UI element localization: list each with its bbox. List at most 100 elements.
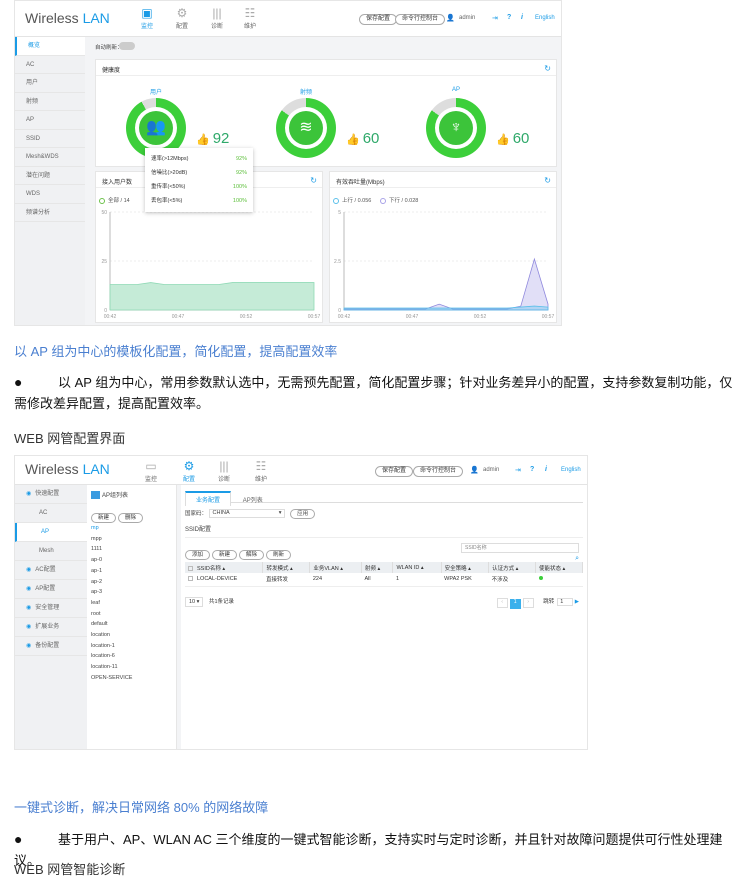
- apply-button[interactable]: 应用: [290, 509, 316, 519]
- help-icon[interactable]: ?: [530, 466, 534, 473]
- health-label: 射频: [299, 90, 312, 96]
- prev-page-button[interactable]: ‹: [496, 597, 508, 608]
- column-header[interactable]: 安全策略 ▴: [441, 562, 490, 573]
- jump-input[interactable]: 1: [557, 597, 574, 606]
- sidebar-item[interactable]: 概览: [15, 37, 85, 56]
- column-header[interactable]: 认证方式 ▴: [488, 562, 537, 573]
- sidebar-item[interactable]: AP: [15, 111, 85, 130]
- column-header[interactable]: SSID名称 ▴: [185, 562, 264, 573]
- sidebar-item[interactable]: AC: [15, 56, 85, 74]
- sidebar-item[interactable]: ◉ 扩展业务: [15, 618, 87, 637]
- go-button[interactable]: ▶: [575, 599, 579, 605]
- bullet-icon: ●: [14, 374, 23, 390]
- ap-group-item[interactable]: ap-3: [91, 587, 132, 598]
- nav-monitor[interactable]: ▣ 监控: [132, 5, 162, 30]
- sidebar-item[interactable]: AP: [15, 523, 87, 542]
- ap-group-item[interactable]: location-1: [91, 641, 132, 652]
- sidebar-item[interactable]: AC: [15, 504, 87, 523]
- sidebar-item[interactable]: 潜在问题: [15, 167, 85, 185]
- sidebar-item[interactable]: WDS: [15, 185, 85, 204]
- sidebar-item[interactable]: 频谱分析: [15, 204, 85, 222]
- health-donut[interactable]: ≋: [276, 98, 336, 158]
- nav-maintain[interactable]: ☷ 维护: [246, 458, 276, 483]
- refresh-icon[interactable]: ↻: [544, 64, 551, 73]
- nav-maintain[interactable]: ☷ 维护: [235, 5, 265, 30]
- nav-diagnose[interactable]: ||| 诊断: [209, 458, 239, 483]
- legend-all[interactable]: 全部 / 14: [99, 196, 130, 204]
- sidebar-item[interactable]: 射频: [15, 93, 85, 111]
- tooltip-row: 速率(>12Mbps) 92%: [151, 156, 247, 162]
- select-all-checkbox[interactable]: [188, 565, 193, 571]
- ap-group-item[interactable]: location-6: [91, 651, 132, 662]
- save-config-button[interactable]: 保存配置: [375, 466, 414, 477]
- ap-group-item[interactable]: ap-0: [91, 555, 132, 566]
- x-tick-label: 00:57: [542, 314, 555, 320]
- column-header[interactable]: 射频 ▴: [361, 562, 394, 573]
- info-icon[interactable]: i: [545, 466, 547, 473]
- maintenance-icon: ☷: [244, 6, 256, 20]
- ssid-action-button[interactable]: 新建: [212, 550, 238, 560]
- next-page-button[interactable]: ›: [522, 597, 534, 608]
- column-header[interactable]: 转发模式 ▴: [262, 562, 311, 573]
- cli-console-button[interactable]: 命令行控制台: [413, 466, 464, 477]
- ap-group-item[interactable]: location: [91, 630, 132, 641]
- column-header[interactable]: WLAN ID ▴: [392, 562, 442, 573]
- ap-group-item[interactable]: location-11: [91, 662, 132, 673]
- nav-monitor[interactable]: ▭ 监控: [136, 458, 166, 483]
- legend-down[interactable]: 下行 / 0.028: [380, 196, 418, 204]
- nav-diagnose[interactable]: ||| 诊断: [202, 5, 232, 30]
- language-link[interactable]: English: [561, 467, 581, 473]
- logout-icon[interactable]: ⇥: [515, 466, 521, 474]
- ssid-action-button[interactable]: 解除: [239, 550, 265, 560]
- legend-up[interactable]: 上行 / 0.056: [333, 196, 371, 204]
- ap-group-item[interactable]: 1111: [91, 544, 132, 555]
- x-tick-label: 00:42: [104, 314, 117, 320]
- sidebar-item[interactable]: SSID: [15, 130, 85, 148]
- ssid-search-input[interactable]: SSID名称: [461, 543, 579, 553]
- info-icon[interactable]: i: [521, 14, 523, 21]
- sidebar-item[interactable]: ◉ 安全管理: [15, 599, 87, 618]
- ap-group-item[interactable]: ap-1: [91, 566, 132, 577]
- table-row[interactable]: LOCAL-DEVICE 直接转发 224 All 1 WPA2 PSK 不涉及: [185, 573, 583, 587]
- sidebar-item[interactable]: Mesh&WDS: [15, 148, 85, 167]
- sort-icon: ▴: [376, 565, 381, 572]
- country-select[interactable]: CHINA ▾: [208, 509, 285, 519]
- refresh-icon[interactable]: ↻: [310, 176, 317, 185]
- ssid-action-button[interactable]: 添加: [185, 550, 211, 560]
- tab-ap-list[interactable]: AP列表: [233, 493, 273, 506]
- nav-config[interactable]: ⚙ 配置: [174, 458, 204, 483]
- logout-icon[interactable]: ⇥: [492, 14, 498, 22]
- health-donut[interactable]: ♆: [426, 98, 486, 158]
- sidebar-item[interactable]: Mesh: [15, 542, 87, 561]
- nav-config[interactable]: ⚙ 配置: [167, 5, 197, 30]
- page-1-button[interactable]: 1: [509, 598, 521, 609]
- ap-group-item[interactable]: mpp: [91, 534, 132, 545]
- sidebar-item[interactable]: ◉ 备份配置: [15, 637, 87, 656]
- ap-group-item[interactable]: ap-2: [91, 577, 132, 588]
- refresh-icon[interactable]: ↻: [544, 176, 551, 185]
- row-checkbox[interactable]: [188, 576, 193, 582]
- delete-group-button[interactable]: 删除: [118, 513, 144, 523]
- auto-refresh-toggle[interactable]: [119, 42, 135, 50]
- ap-group-item[interactable]: default: [91, 619, 132, 630]
- tab-service-config[interactable]: 业务配置: [185, 491, 232, 506]
- table-cell: [535, 573, 583, 587]
- ap-group-item[interactable]: mp: [91, 523, 132, 534]
- column-header[interactable]: 使能状态 ▴: [535, 562, 583, 573]
- ap-group-item[interactable]: leaf: [91, 598, 132, 609]
- save-config-button[interactable]: 保存配置: [359, 14, 398, 25]
- new-group-button[interactable]: 新建: [91, 513, 117, 523]
- ap-group-item[interactable]: root: [91, 609, 132, 620]
- gear-icon: ⚙: [183, 459, 195, 473]
- sidebar-item[interactable]: ◉ AC配置: [15, 561, 87, 580]
- sidebar-item[interactable]: ◉ AP配置: [15, 580, 87, 599]
- language-link[interactable]: English: [535, 15, 555, 21]
- sidebar-item[interactable]: ◉ 快速配置: [15, 485, 87, 504]
- ssid-action-button[interactable]: 刷新: [266, 550, 292, 560]
- column-header[interactable]: 业务VLAN ▴: [309, 562, 363, 573]
- help-icon[interactable]: ?: [507, 14, 511, 21]
- page-size-select[interactable]: 10 ▾: [185, 596, 204, 607]
- sidebar-item[interactable]: 用户: [15, 74, 85, 93]
- cli-console-button[interactable]: 命令行控制台: [395, 14, 446, 25]
- ap-group-item[interactable]: OPEN-SERVICE: [91, 673, 132, 684]
